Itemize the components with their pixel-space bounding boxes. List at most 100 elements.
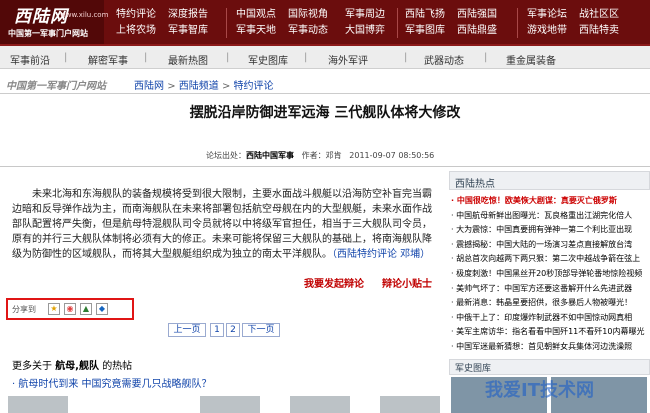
article-meta: 论坛出处：西陆中国军事 作者：邓肯 2011-09-07 08:50:56 — [206, 150, 434, 161]
nav-divider — [397, 8, 398, 38]
subnav-link[interactable]: 重金属装备 — [506, 52, 556, 67]
thumbnail-image[interactable] — [380, 396, 440, 413]
hot-topic-item[interactable]: · 中国航母新鲜出图曝光：瓦良格重出江湖完化倍人 — [451, 209, 650, 224]
nav-divider — [226, 8, 227, 38]
nav-group-1: 特约评论 深度报告 上将农场 军事智库 — [116, 7, 208, 39]
logo-url: www.xilu.com — [60, 11, 109, 19]
hot-topics-title: 西陆热点 — [455, 179, 495, 190]
subnav-separator: | — [404, 52, 408, 63]
related-keywords[interactable]: 航母,舰队 — [55, 361, 99, 372]
hot-topic-item[interactable]: · 中国军迷最新猜想：首见朝鲜女兵集体河边洗澡照 — [451, 340, 650, 355]
qzone-share-icon[interactable]: ◆ — [96, 303, 108, 315]
thumbnail-image[interactable] — [8, 396, 68, 413]
subnav-link[interactable]: 海外军评 — [328, 52, 368, 67]
hot-topic-item[interactable]: · 最新消息：韩晶星要招供，很多暴后人物被曝光！ — [451, 296, 650, 311]
hot-topic-item[interactable]: · 极度刺激！中国黑丝开20秒顶部导弹轮番地惊险视频 — [451, 267, 650, 282]
nav-divider — [517, 8, 518, 38]
hot-topic-item[interactable]: · 中俄干上了：印度爆炸制武器不如中国惊动网真相 — [451, 311, 650, 326]
nav-link[interactable]: 军事周边 — [345, 7, 385, 23]
hot-topic-item[interactable]: · 中国很吃惊！欧美恢大剧谋：真要灭亡俄罗斯 — [451, 194, 650, 209]
related-heading: 更多关于 航母,舰队 的热帖 — [12, 357, 132, 372]
subnav-separator: | — [484, 52, 488, 63]
header-divider — [0, 166, 650, 167]
subnav-separator: | — [144, 52, 148, 63]
share-box: 分享到 ★ ◉ ▲ ◆ — [6, 298, 134, 320]
article-title: 摆脱沿岸防御进军远海 三代舰队体将大修改 — [189, 105, 461, 121]
subnav-link[interactable]: 军事前沿 — [10, 52, 50, 67]
site-header: 西陆网 www.xilu.com 中国第一军事门户网站 特约评论 深度报告 上将… — [0, 0, 650, 44]
prev-page-button[interactable]: 上一页 — [168, 323, 206, 337]
subnav-link[interactable]: 军史图库 — [248, 52, 288, 67]
nav-link[interactable]: 国际视角 — [288, 7, 328, 23]
nav-link[interactable]: 中国观点 — [236, 7, 276, 23]
meta-prefix: 论坛出处： — [206, 151, 246, 160]
thumbnail-image[interactable] — [290, 396, 350, 413]
bottom-thumbnails — [0, 396, 445, 413]
hot-topic-item[interactable]: · 震撼揭秘：中国大陆的一场演习差点直接解放台湾 — [451, 238, 650, 253]
page-2-button[interactable]: 2 — [226, 323, 240, 337]
nav-link[interactable]: 大国博弈 — [345, 23, 385, 39]
site-logo[interactable]: 西陆网 www.xilu.com 中国第一军事门户网站 — [0, 0, 108, 44]
meta-source[interactable]: 西陆中国军事 — [246, 151, 294, 160]
page-1-button[interactable]: 1 — [210, 323, 224, 337]
nav-link[interactable]: 上将农场 — [116, 23, 156, 39]
share-label: 分享到 — [12, 305, 36, 314]
nav-link[interactable]: 西陆飞扬 — [405, 7, 445, 23]
start-debate-link[interactable]: 我要发起辩论 — [304, 275, 364, 290]
watermark-text: 我爱IT技术网 — [485, 380, 594, 401]
nav-link[interactable]: 战社区区 — [579, 7, 619, 23]
nav-link[interactable]: 军事论坛 — [527, 7, 567, 23]
breadcrumb-path: 西陆网 > 西陆频道 > 特约评论 — [134, 77, 274, 92]
related-prefix: 更多关于 — [12, 361, 52, 372]
subnav-link[interactable]: 最新热图 — [168, 52, 208, 67]
nav-link[interactable]: 西陆特卖 — [579, 23, 619, 39]
related-suffix: 的热帖 — [102, 361, 133, 372]
article-source-link[interactable]: （西陆特约评论 邓埔） — [332, 249, 430, 260]
article-body: 未来北海和东海舰队的装备规模将受到很大限制，主要水面战斗舰艇以沿海防空补盲完当霸… — [12, 187, 436, 262]
breadcrumb-link[interactable]: 特约评论 — [234, 81, 274, 92]
gallery-title: 军史图库 — [455, 364, 492, 374]
nav-group-2: 中国观点 国际视角 军事天地 军事动态 — [236, 7, 328, 39]
nav-group-3: 军事周边 大国博弈 — [345, 7, 385, 39]
weibo-share-icon[interactable]: ◉ — [64, 303, 76, 315]
subnav-link[interactable]: 解密军事 — [88, 52, 128, 67]
hot-topic-item[interactable]: · 大为震惊：中国真要拥有弹神一第二个利比亚出现 — [451, 223, 650, 238]
debate-tips-link[interactable]: 辩论小贴士 — [382, 275, 432, 290]
meta-time: 2011-09-07 08:50:56 — [349, 151, 435, 160]
nav-link[interactable]: 西陆鼎盛 — [457, 23, 497, 39]
breadcrumb-separator: > — [167, 81, 179, 92]
related-link[interactable]: · 航母时代到来 中国究竟需要几只战略舰队？ — [12, 375, 212, 390]
nav-link[interactable]: 深度报告 — [168, 7, 208, 23]
breadcrumb-link[interactable]: 西陆网 — [134, 81, 164, 92]
nav-link[interactable]: 军事动态 — [288, 23, 328, 39]
logo-tagline: 中国第一军事门户网站 — [8, 29, 88, 38]
breadcrumb-link[interactable]: 西陆频道 — [179, 81, 219, 92]
sub-navigation: 军事前沿 | 解密军事 | 最新热图 | 军史图库 | 海外军评 | 武器动态 … — [0, 44, 650, 69]
subnav-separator: | — [304, 52, 308, 63]
meta-author: 作者：邓肯 — [301, 151, 342, 160]
next-page-button[interactable]: 下一页 — [242, 323, 280, 337]
nav-link[interactable]: 特约评论 — [116, 7, 156, 23]
hot-topic-item[interactable]: · 胡总首次向越两下两只狠：第二次中越战争箭在弦上 — [451, 252, 650, 267]
nav-link[interactable]: 军事图库 — [405, 23, 445, 39]
nav-link[interactable]: 军事智库 — [168, 23, 208, 39]
nav-group-4: 西陆飞扬 西陆强国 军事图库 西陆鼎盛 — [405, 7, 497, 39]
subnav-separator: | — [226, 52, 230, 63]
subnav-separator: | — [64, 52, 68, 63]
breadcrumb: 中国第一军事门户网站 西陆网 > 西陆频道 > 特约评论 — [0, 76, 650, 94]
thumbnail-image[interactable] — [200, 396, 260, 413]
nav-group-5: 军事论坛 战社区区 游戏地带 西陆特卖 — [527, 7, 619, 39]
hot-topic-item[interactable]: · 美帅气坏了：中国军方还要这番解开什么先进武器 — [451, 282, 650, 297]
renren-share-icon[interactable]: ▲ — [80, 303, 92, 315]
gallery-header: 军史图库 — [449, 359, 650, 375]
star-share-icon[interactable]: ★ — [48, 303, 60, 315]
nav-link[interactable]: 游戏地带 — [527, 23, 567, 39]
subnav-link[interactable]: 武器动态 — [424, 52, 464, 67]
hot-topics-list: · 中国很吃惊！欧美恢大剧谋：真要灭亡俄罗斯 · 中国航母新鲜出图曝光：瓦良格重… — [451, 194, 650, 355]
nav-link[interactable]: 军事天地 — [236, 23, 276, 39]
hot-topic-item[interactable]: · 美军主席访华：指名看看中国歼11不看歼10内幕曝光 — [451, 325, 650, 340]
breadcrumb-separator: > — [221, 81, 234, 92]
hot-topics-header: 西陆热点 — [449, 171, 650, 190]
nav-link[interactable]: 西陆强国 — [457, 7, 497, 23]
breadcrumb-tagline: 中国第一军事门户网站 — [6, 81, 106, 92]
